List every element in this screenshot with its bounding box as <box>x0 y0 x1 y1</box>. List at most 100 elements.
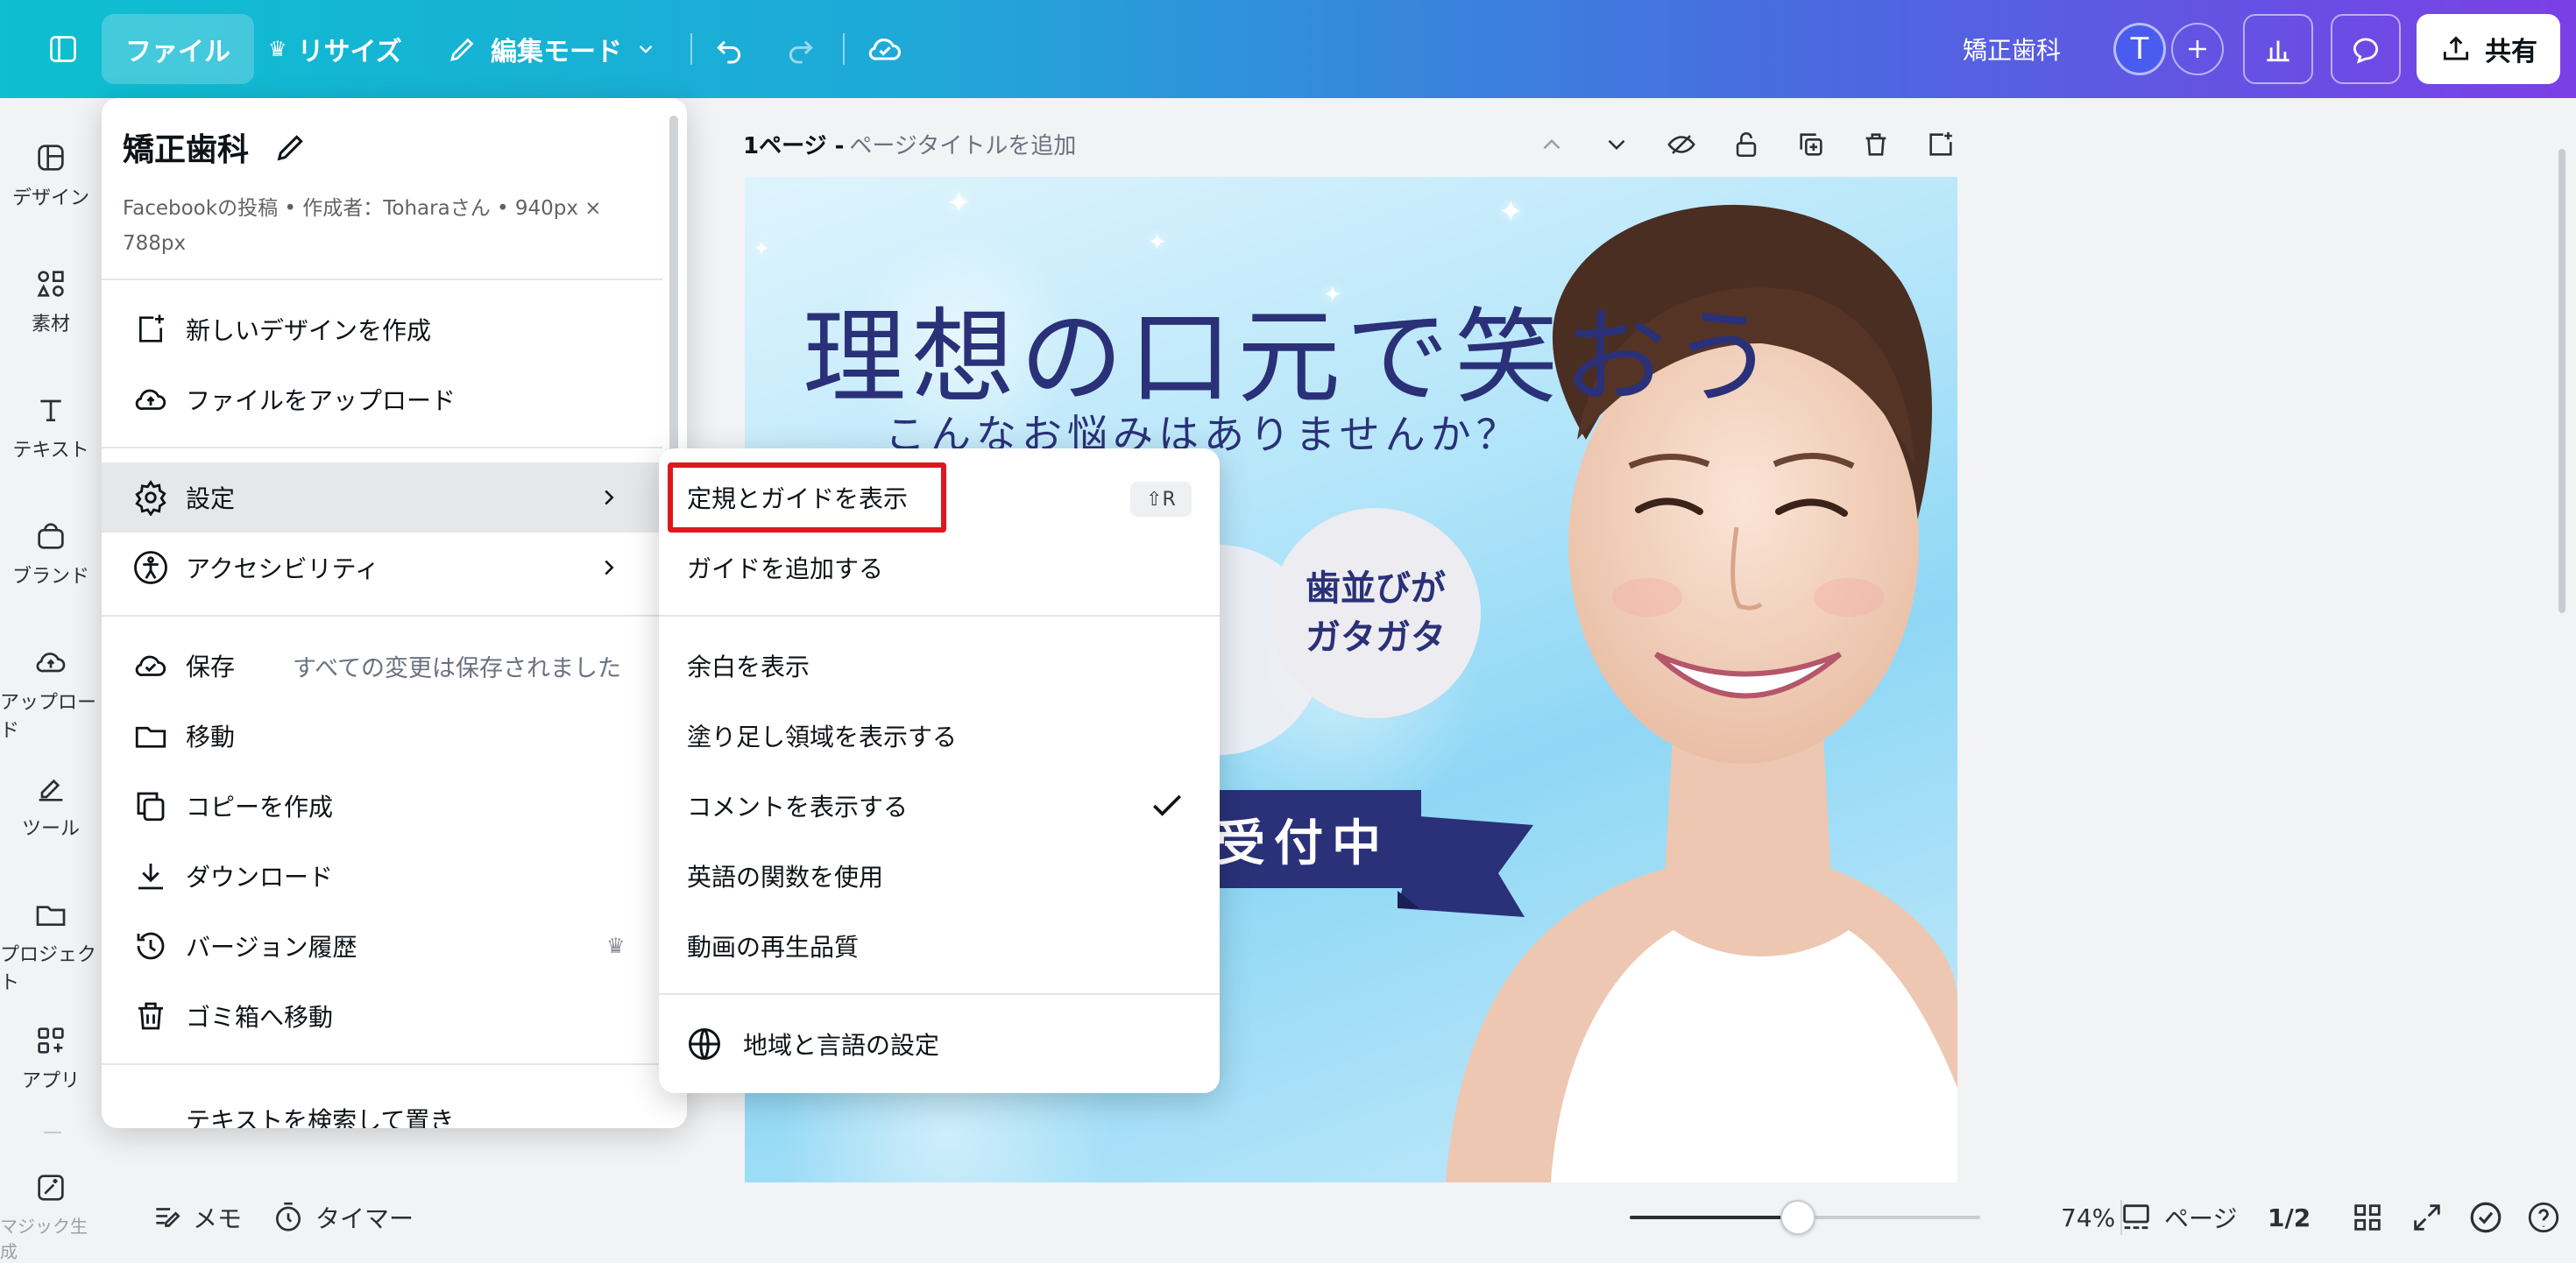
pencil-icon[interactable] <box>273 130 308 165</box>
redo-button[interactable] <box>783 14 818 84</box>
zoom-level[interactable]: 74% <box>2061 1203 2115 1232</box>
check-circle-icon[interactable] <box>2467 1199 2504 1236</box>
insights-button[interactable] <box>2243 14 2313 84</box>
apps-icon <box>38 1027 64 1054</box>
show-rulers-guides-item[interactable]: 定規とガイドを表示 ⇧R <box>659 462 1220 533</box>
notes-icon <box>156 1208 180 1227</box>
folder-icon <box>131 716 170 755</box>
hide-eye-icon[interactable] <box>1667 130 1696 159</box>
comments-button[interactable] <box>2331 14 2401 84</box>
rail-label: プロジェクト <box>0 944 97 994</box>
add-guides-item[interactable]: ガイドを追加する <box>659 533 1220 603</box>
accessibility-item[interactable]: アクセシビリティ <box>102 533 687 603</box>
make-copy-item[interactable]: コピーを作成 <box>102 771 687 841</box>
resize-label: リサイズ <box>297 37 402 67</box>
notes-button[interactable]: メモ <box>151 1200 242 1235</box>
trash-icon[interactable] <box>1861 130 1891 159</box>
undo-button[interactable] <box>711 14 747 84</box>
share-button[interactable]: 共有 <box>2417 14 2560 84</box>
show-margins-item[interactable]: 余白を表示 <box>659 631 1220 701</box>
new-design-item[interactable]: 新しいデザインを作成 <box>102 294 687 364</box>
resize-button[interactable]: ♛ リサイズ <box>268 14 402 84</box>
grid-view-icon[interactable] <box>2350 1200 2385 1235</box>
help-icon[interactable] <box>2525 1199 2562 1236</box>
menu-divider <box>102 447 662 448</box>
invite-button[interactable] <box>2171 23 2224 75</box>
zoom-slider-track[interactable] <box>1630 1200 1980 1235</box>
rail-item-apps[interactable]: アプリ <box>0 1023 102 1093</box>
avatar-initial: T <box>2130 32 2149 67</box>
download-item[interactable]: ダウンロード <box>102 841 687 911</box>
add-page-icon[interactable] <box>1926 130 1956 159</box>
rail-item-text[interactable]: テキスト <box>0 392 102 462</box>
menu-divider <box>659 615 1220 617</box>
pages-button[interactable]: ページ <box>2119 1200 2237 1235</box>
file-menu-button[interactable]: ファイル <box>102 14 254 84</box>
rail-item-uploads[interactable]: アップロード <box>0 645 102 743</box>
new-design-icon <box>131 310 170 349</box>
avatar[interactable]: T <box>2113 23 2166 75</box>
sparkle-icon: ✦ <box>1148 229 1167 256</box>
design-headline[interactable]: 理想の口元で笑おう <box>803 273 1780 423</box>
download-label: ダウンロード <box>186 863 334 892</box>
move-to-trash-item[interactable]: ゴミ箱へ移動 <box>102 981 687 1051</box>
share-label: 共有 <box>2485 37 2537 67</box>
bubble-line-1: 歯並びが <box>1306 568 1446 609</box>
sidebar-toggle-icon[interactable] <box>35 14 91 84</box>
page-count[interactable]: 1/2 <box>2268 1203 2311 1232</box>
brand-icon <box>38 523 64 549</box>
show-comments-item[interactable]: コメントを表示する <box>659 771 1220 841</box>
canvas-scrollbar[interactable] <box>2558 149 2565 613</box>
toolbar-divider <box>690 33 692 65</box>
rail-item-elements[interactable]: 素材 <box>0 266 102 336</box>
document-title[interactable]: 矯正歯科 <box>1963 14 2061 84</box>
region-language-item[interactable]: 地域と言語の設定 <box>659 1009 1220 1079</box>
timer-button[interactable]: タイマー <box>272 1200 414 1235</box>
sparkle-icon: ✦ <box>946 186 972 221</box>
video-quality-item[interactable]: 動画の再生品質 <box>659 911 1220 981</box>
rail-item-magic[interactable]: マジック生成 <box>0 1170 102 1263</box>
show-rulers-guides-label: 定規とガイドを表示 <box>687 484 909 513</box>
save-item[interactable]: 保存 すべての変更は保存されました <box>102 631 687 701</box>
page-title-input[interactable]: ページタイトルを追加 <box>849 128 1076 160</box>
rail-label: ブランド <box>11 566 89 588</box>
crown-icon: ♛ <box>606 934 626 958</box>
find-replace-item[interactable]: テキストを検索して置き <box>102 1081 687 1128</box>
cloud-save-button[interactable] <box>866 14 904 84</box>
draw-icon <box>39 779 63 801</box>
settings-item[interactable]: 設定 <box>102 462 687 533</box>
elements-icon <box>37 271 64 297</box>
lock-icon[interactable] <box>1731 130 1761 159</box>
chevron-down-icon <box>639 45 653 53</box>
edit-mode-button[interactable]: 編集モード <box>447 14 657 84</box>
cloud-check-icon <box>868 38 901 60</box>
file-menu-header: 矯正歯科 <box>123 124 308 170</box>
chevron-right-icon <box>605 560 614 575</box>
rail-item-draw[interactable]: ツール <box>0 771 102 841</box>
chevron-down-icon[interactable] <box>1602 130 1631 159</box>
upload-files-item[interactable]: ファイルをアップロード <box>102 364 687 434</box>
rail-item-projects[interactable]: プロジェクト <box>0 897 102 995</box>
version-history-item[interactable]: バージョン履歴 ♛ <box>102 911 687 981</box>
move-item[interactable]: 移動 <box>102 701 687 771</box>
bar-chart-icon <box>2267 40 2289 62</box>
duplicate-icon[interactable] <box>1796 130 1826 159</box>
design-name[interactable]: 矯正歯科 <box>123 124 249 170</box>
accessibility-icon <box>131 548 170 587</box>
page-header: 1ページ - ページタイトルを追加 <box>743 128 1076 160</box>
version-history-label: バージョン履歴 <box>186 933 357 962</box>
worry-bubble[interactable]: 歯並びが ガタガタ <box>1270 508 1481 718</box>
rail-item-design[interactable]: デザイン <box>0 140 102 210</box>
chevron-up-icon[interactable] <box>1537 130 1567 159</box>
settings-label: 設定 <box>186 484 236 513</box>
rail-item-brand[interactable]: ブランド <box>0 519 102 589</box>
rail-label: マジック生成 <box>0 1216 88 1262</box>
page-tools <box>1537 130 1956 159</box>
show-bleed-item[interactable]: 塗り足し領域を表示する <box>659 701 1220 771</box>
file-menu: 矯正歯科 Facebookの投稿 • 作成者：Toharaさん • 940px … <box>102 98 687 1128</box>
fullscreen-icon[interactable] <box>2410 1200 2445 1235</box>
english-functions-item[interactable]: 英語の関数を使用 <box>659 841 1220 911</box>
rail-label: デザイン <box>11 187 89 209</box>
crown-icon: ♛ <box>268 37 287 61</box>
zoom-slider-thumb[interactable] <box>1780 1200 1815 1235</box>
